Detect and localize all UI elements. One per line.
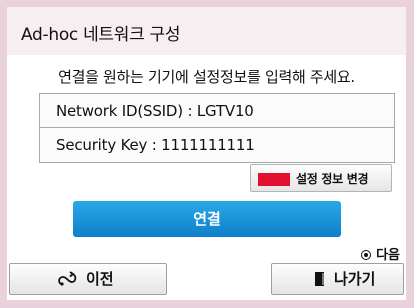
next-hint[interactable]: 다음 xyxy=(361,244,400,263)
title-bar: Ad-hoc 네트워크 구성 xyxy=(7,7,406,55)
exit-button[interactable]: 나가기 xyxy=(271,263,404,295)
adhoc-dialog: Ad-hoc 네트워크 구성 연결을 원하는 기기에 설정정보를 입력해 주세요… xyxy=(7,7,406,300)
back-arrow-icon xyxy=(58,271,77,286)
change-settings-button[interactable]: 설정 정보 변경 xyxy=(250,164,392,192)
next-label: 다음 xyxy=(376,248,400,263)
red-key-icon xyxy=(258,173,290,186)
instruction-text: 연결을 원하는 기기에 설정정보를 입력해 주세요. xyxy=(58,68,355,86)
dialog-title: Ad-hoc 네트워크 구성 xyxy=(21,25,181,45)
connect-label: 연결 xyxy=(193,210,221,228)
prev-label: 이전 xyxy=(86,270,114,288)
radio-button-icon xyxy=(361,250,372,260)
network-id-row: Network ID(SSID) : LGTV10 xyxy=(40,94,394,128)
exit-door-icon xyxy=(315,272,324,286)
network-info-box: Network ID(SSID) : LGTV10 Security Key :… xyxy=(39,93,395,163)
prev-button[interactable]: 이전 xyxy=(9,263,167,295)
security-key-row: Security Key : 1111111111 xyxy=(56,136,255,154)
change-settings-label: 설정 정보 변경 xyxy=(296,172,369,186)
connect-button[interactable]: 연결 xyxy=(73,201,341,237)
exit-label: 나가기 xyxy=(334,270,376,288)
